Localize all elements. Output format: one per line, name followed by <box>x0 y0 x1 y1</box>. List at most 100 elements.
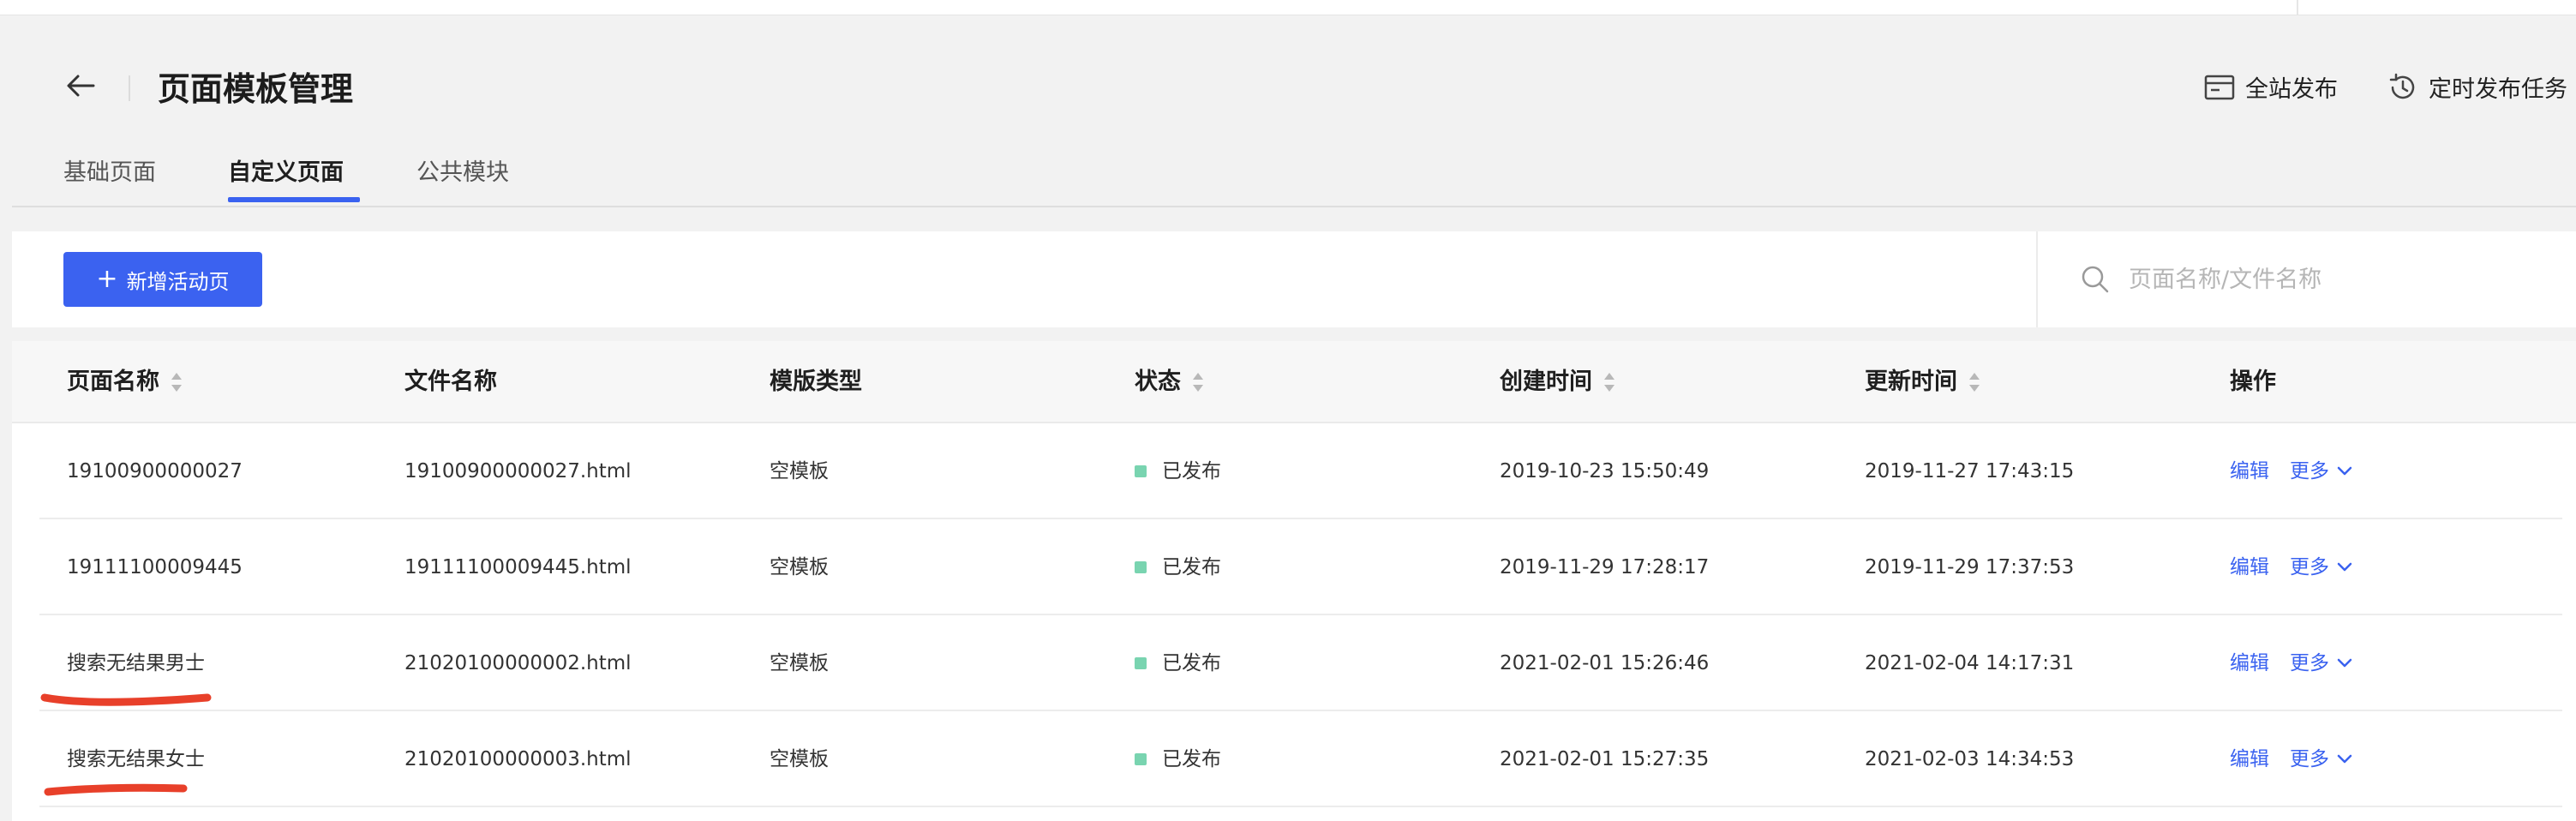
browser-window-icon <box>2204 75 2235 100</box>
more-label: 更多 <box>2290 556 2329 578</box>
cell-status: 已发布 <box>1135 454 1221 488</box>
status-label: 已发布 <box>1162 652 1221 674</box>
scheduled-publish-button[interactable]: 定时发布任务 <box>2387 70 2567 104</box>
column-header-created-time[interactable]: 创建时间 <box>1500 365 1616 399</box>
column-header-status[interactable]: 状态 <box>1135 365 1205 399</box>
table-row: 搜索无结果女士 21020100000003.html 空模板 已发布 2021… <box>39 711 2562 807</box>
cell-status: 已发布 <box>1135 646 1221 680</box>
edit-link[interactable]: 编辑 <box>2230 742 2269 776</box>
chevron-down-icon <box>2336 465 2353 477</box>
edit-link[interactable]: 编辑 <box>2230 550 2269 584</box>
more-label: 更多 <box>2290 460 2329 482</box>
cell-updated-time: 2021-02-03 14:34:53 <box>1865 748 2075 770</box>
column-label: 状态 <box>1135 369 1181 395</box>
column-header-file-name: 文件名称 <box>404 365 497 399</box>
sort-icon[interactable] <box>1968 371 1981 393</box>
column-label: 操作 <box>2230 369 2276 395</box>
sort-icon[interactable] <box>170 371 183 393</box>
cell-file-name: 21020100000002.html <box>404 652 632 674</box>
cell-page-name: 搜索无结果女士 <box>67 748 205 770</box>
page-table: 页面名称 文件名称 模版类型 状态 创建时间 更新时间 操作 191009000… <box>12 341 2576 821</box>
cell-file-name: 19111100009445.html <box>404 556 632 578</box>
status-indicator <box>1135 657 1147 669</box>
back-button[interactable] <box>60 69 101 106</box>
more-dropdown[interactable]: 更多 <box>2290 454 2353 488</box>
publish-all-label: 全站发布 <box>2245 76 2338 103</box>
arrow-left-icon[interactable] <box>66 74 95 101</box>
column-label: 创建时间 <box>1500 369 1592 395</box>
red-underline-annotation <box>44 783 188 796</box>
more-dropdown[interactable]: 更多 <box>2290 646 2353 680</box>
more-dropdown[interactable]: 更多 <box>2290 550 2353 584</box>
edit-link[interactable]: 编辑 <box>2230 646 2269 680</box>
red-underline-annotation <box>40 693 212 706</box>
more-label: 更多 <box>2290 748 2329 770</box>
cell-actions: 编辑 更多 <box>2230 646 2353 680</box>
cell-actions: 编辑 更多 <box>2230 454 2353 488</box>
column-label: 更新时间 <box>1865 369 1957 395</box>
status-indicator <box>1135 753 1147 765</box>
table-row: 19111100009445 19111100009445.html 空模板 已… <box>39 519 2562 615</box>
column-header-updated-time[interactable]: 更新时间 <box>1865 365 1981 399</box>
chevron-down-icon <box>2336 657 2353 669</box>
cell-created-time: 2019-11-29 17:28:17 <box>1500 556 1710 578</box>
cell-page-name: 19111100009445 <box>67 556 243 578</box>
more-dropdown[interactable]: 更多 <box>2290 742 2353 776</box>
more-label: 更多 <box>2290 652 2329 674</box>
cell-template-type: 空模板 <box>770 748 829 770</box>
column-label: 模版类型 <box>770 369 862 395</box>
page-header: 页面模板管理 全站发布 定时发布任务 <box>0 51 2576 120</box>
edit-link[interactable]: 编辑 <box>2230 454 2269 488</box>
cell-template-type: 空模板 <box>770 460 829 482</box>
cell-updated-time: 2021-02-04 14:17:31 <box>1865 652 2075 674</box>
column-label: 文件名称 <box>404 369 497 395</box>
sort-icon[interactable] <box>1603 371 1616 393</box>
search-icon <box>2081 265 2110 294</box>
page-title: 页面模板管理 <box>158 70 354 108</box>
search-box <box>2036 231 2576 327</box>
cell-updated-time: 2019-11-29 17:37:53 <box>1865 556 2075 578</box>
cell-page-name: 19100900000027 <box>67 460 243 482</box>
plus-icon: + <box>96 264 118 294</box>
active-tab-indicator <box>228 197 360 202</box>
table-header: 页面名称 文件名称 模版类型 状态 创建时间 更新时间 操作 <box>12 341 2576 423</box>
cell-updated-time: 2019-11-27 17:43:15 <box>1865 460 2075 482</box>
toolbar: + 新增活动页 <box>12 231 2576 327</box>
column-label: 页面名称 <box>67 369 159 395</box>
tab-basic-pages[interactable]: 基础页面 <box>63 156 156 190</box>
status-label: 已发布 <box>1162 748 1221 770</box>
top-bar-divider <box>2297 0 2298 15</box>
column-header-actions: 操作 <box>2230 365 2276 399</box>
add-activity-page-button[interactable]: + 新增活动页 <box>63 252 262 307</box>
cell-status: 已发布 <box>1135 742 1221 776</box>
tab-public-modules[interactable]: 公共模块 <box>416 156 509 190</box>
chevron-down-icon <box>2336 753 2353 765</box>
tab-bar: 基础页面 自定义页面 公共模块 <box>12 144 2576 207</box>
status-label: 已发布 <box>1162 460 1221 482</box>
sort-icon[interactable] <box>1191 371 1205 393</box>
table-row: 19100900000027 19100900000027.html 空模板 已… <box>39 423 2562 519</box>
cell-template-type: 空模板 <box>770 652 829 674</box>
status-indicator <box>1135 465 1147 477</box>
chevron-down-icon <box>2336 561 2353 573</box>
add-activity-page-label: 新增活动页 <box>126 269 230 294</box>
cell-template-type: 空模板 <box>770 556 829 578</box>
cell-created-time: 2019-10-23 15:50:49 <box>1500 460 1710 482</box>
column-header-page-name[interactable]: 页面名称 <box>67 365 183 399</box>
search-input[interactable] <box>2129 266 2574 293</box>
status-indicator <box>1135 561 1147 573</box>
clock-history-icon <box>2387 72 2418 103</box>
cell-created-time: 2021-02-01 15:26:46 <box>1500 652 1710 674</box>
cell-created-time: 2021-02-01 15:27:35 <box>1500 748 1710 770</box>
table-row: 搜索无结果男士 21020100000002.html 空模板 已发布 2021… <box>39 615 2562 711</box>
cell-actions: 编辑 更多 <box>2230 742 2353 776</box>
tab-custom-pages[interactable]: 自定义页面 <box>228 156 344 190</box>
cell-status: 已发布 <box>1135 550 1221 584</box>
cell-actions: 编辑 更多 <box>2230 550 2353 584</box>
publish-all-button[interactable]: 全站发布 <box>2204 70 2338 104</box>
cell-page-name: 搜索无结果男士 <box>67 652 205 674</box>
top-bar <box>0 0 2576 15</box>
scheduled-publish-label: 定时发布任务 <box>2429 76 2567 103</box>
cell-file-name: 21020100000003.html <box>404 748 632 770</box>
cell-file-name: 19100900000027.html <box>404 460 632 482</box>
